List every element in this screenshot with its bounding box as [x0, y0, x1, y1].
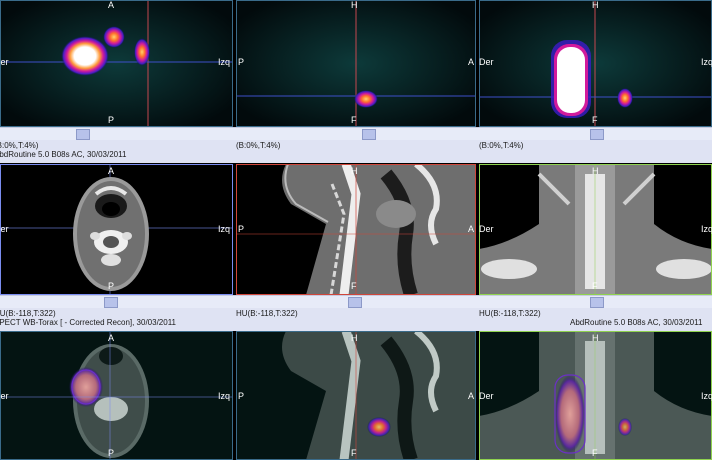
series-label-left: SPECT WB-Torax [ - Corrected Recon], 30/…: [0, 318, 177, 327]
orientation-top: H: [351, 166, 358, 176]
orientation-right: Izq: [218, 57, 231, 67]
orientation-right: Izq: [701, 224, 712, 234]
orientation-left: P: [238, 224, 245, 234]
slice-control-strip-ct: HU(B:-118,T:322) HU(B:-118,T:322) HU(B:-…: [0, 295, 712, 331]
orientation-top: H: [351, 333, 358, 343]
window-level-axial: (B:0%,T:4%): [0, 141, 39, 150]
window-level-sagittal: HU(B:-118,T:322): [236, 309, 298, 318]
orientation-right: A: [468, 391, 475, 401]
series-label-right: AbdRoutine 5.0 B08s AC, 30/03/2011: [570, 318, 703, 327]
window-level-coronal: HU(B:-118,T:322): [479, 309, 541, 318]
orientation-left: Der: [0, 224, 9, 234]
orientation-top: H: [351, 0, 358, 10]
ct-axial-viewport[interactable]: A P Der Izq: [0, 164, 233, 295]
orientation-top: A: [108, 166, 115, 176]
orientation-top: H: [592, 333, 599, 343]
fusion-axial-viewport[interactable]: A P Der Izq: [0, 331, 233, 460]
orientation-bottom: P: [108, 448, 115, 458]
window-level-axial: HU(B:-118,T:322): [0, 309, 56, 318]
orientation-left: Der: [479, 57, 494, 67]
fusion-coronal-viewport[interactable]: H F Der Izq: [479, 331, 712, 460]
orientation-top: A: [108, 0, 115, 10]
orientation-bottom: P: [108, 281, 115, 291]
orientation-bottom: F: [592, 115, 598, 125]
orientation-right: Izq: [218, 224, 231, 234]
fusion-sagittal-viewport[interactable]: H F P A: [236, 331, 476, 460]
ct-coronal-viewport[interactable]: H F Der Izq: [479, 164, 712, 295]
orientation-top: A: [108, 333, 115, 343]
orientation-top: H: [592, 0, 599, 10]
series-label: AbdRoutine 5.0 B08s AC, 30/03/2011: [0, 150, 127, 159]
slice-slider-axial[interactable]: [76, 129, 90, 140]
orientation-left: Der: [0, 391, 9, 401]
orientation-right: A: [468, 224, 475, 234]
slice-control-strip-pet: (B:0%,T:4%) (B:0%,T:4%) (B:0%,T:4%) AbdR…: [0, 127, 712, 163]
window-level-sagittal: (B:0%,T:4%): [236, 141, 281, 150]
orientation-bottom: F: [351, 448, 357, 458]
orientation-top: H: [592, 166, 599, 176]
orientation-left: Der: [479, 391, 494, 401]
orientation-left: Der: [0, 57, 9, 67]
orientation-right: A: [468, 57, 475, 67]
slice-slider-axial[interactable]: [104, 297, 118, 308]
pet-sagittal-viewport[interactable]: H F P A: [236, 0, 476, 127]
orientation-left: P: [238, 391, 245, 401]
window-level-coronal: (B:0%,T:4%): [479, 141, 524, 150]
slice-scrollbar[interactable]: [0, 128, 712, 140]
ct-sagittal-viewport[interactable]: H F P A: [236, 164, 476, 295]
orientation-bottom: F: [592, 448, 598, 458]
orientation-left: P: [238, 57, 245, 67]
orientation-bottom: P: [108, 115, 115, 125]
orientation-bottom: F: [592, 281, 598, 291]
orientation-right: Izq: [701, 391, 712, 401]
pet-coronal-viewport[interactable]: H F Der Izq: [479, 0, 712, 127]
slice-slider-sagittal[interactable]: [362, 129, 376, 140]
slice-slider-sagittal[interactable]: [348, 297, 362, 308]
orientation-right: Izq: [701, 57, 712, 67]
orientation-bottom: F: [351, 115, 357, 125]
slice-slider-coronal[interactable]: [590, 129, 604, 140]
slice-slider-coronal[interactable]: [590, 297, 604, 308]
orientation-bottom: F: [351, 281, 357, 291]
pet-axial-viewport[interactable]: A P Der Izq: [0, 0, 233, 127]
orientation-right: Izq: [218, 391, 231, 401]
orientation-left: Der: [479, 224, 494, 234]
